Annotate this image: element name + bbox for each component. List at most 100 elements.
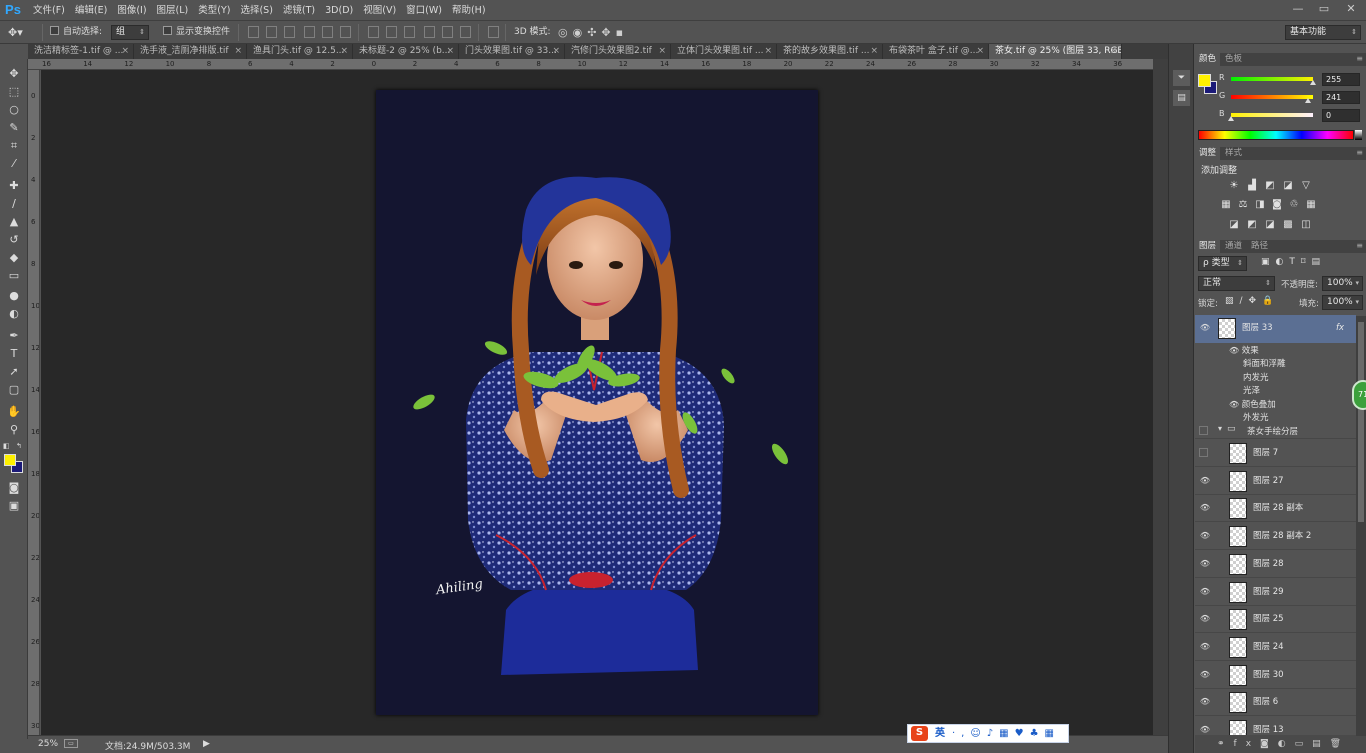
align-vcenter-icon[interactable]: [266, 26, 277, 38]
tab-close-icon[interactable]: ×: [764, 44, 772, 59]
workspace-dropdown[interactable]: 基本功能 ⇕: [1285, 25, 1361, 40]
green-value-field[interactable]: 241: [1322, 91, 1360, 104]
layer-row[interactable]: 图层 7: [1195, 440, 1356, 467]
layers-footer-icons[interactable]: ⚭fx◙◐▭▤🗑: [1195, 735, 1366, 753]
visibility-eye-icon[interactable]: 👁: [1199, 476, 1211, 486]
align-bottom-icon[interactable]: [284, 26, 295, 38]
foreground-color-chip[interactable]: [1198, 74, 1211, 87]
zoom-level[interactable]: 25%: [38, 739, 58, 749]
auto-select-dropdown[interactable]: 组 ⇕: [111, 25, 149, 40]
foreground-color-swatch[interactable]: [4, 454, 16, 466]
canvas-area[interactable]: Ahiling: [41, 70, 1153, 735]
document-tab[interactable]: 布袋茶叶 盒子.tif @... ×: [883, 44, 989, 59]
posterize-icon[interactable]: ◩: [1246, 219, 1258, 230]
distribute-left-icon[interactable]: [424, 26, 435, 38]
tab-swatches[interactable]: 色板: [1221, 53, 1246, 66]
dodge-tool-icon[interactable]: ◐: [4, 305, 24, 322]
distribute-top-icon[interactable]: [368, 26, 379, 38]
tab-color[interactable]: 颜色: [1195, 53, 1221, 66]
tab-close-icon[interactable]: ×: [658, 44, 666, 59]
document-tab[interactable]: 未标题-2 @ 25% (b... ×: [353, 44, 459, 59]
shape-tool-icon[interactable]: ▢: [4, 381, 24, 398]
curves-icon[interactable]: ◩: [1264, 180, 1276, 191]
quick-select-tool-icon[interactable]: ✎: [4, 119, 24, 136]
screen-mode-icon[interactable]: ▣: [4, 497, 24, 514]
swap-colors-icon[interactable]: ↰: [16, 442, 24, 450]
color-spectrum-bar[interactable]: [1198, 130, 1354, 140]
document-tab[interactable]: 茶的故乡效果图.tif ... ×: [777, 44, 883, 59]
brightness-icon[interactable]: ☀: [1228, 180, 1240, 191]
align-right-icon[interactable]: [340, 26, 351, 38]
menu-item[interactable]: 文件(F): [28, 0, 70, 21]
layer-row[interactable]: 👁 图层 24: [1195, 634, 1356, 661]
tab-close-icon[interactable]: ×: [552, 44, 560, 59]
visibility-box[interactable]: [1199, 448, 1208, 457]
tab-close-icon[interactable]: ×: [234, 44, 242, 59]
visibility-eye-icon[interactable]: 👁: [1199, 559, 1211, 569]
floating-badge[interactable]: 71: [1352, 380, 1366, 410]
photo-filter-icon[interactable]: ◙: [1271, 199, 1283, 210]
visibility-eye-icon[interactable]: 👁: [1199, 503, 1211, 513]
tab-close-icon[interactable]: ×: [870, 44, 878, 59]
visibility-eye-icon[interactable]: 👁: [1199, 614, 1211, 624]
eyedropper-tool-icon[interactable]: ⁄: [4, 155, 24, 172]
tab-adjustments[interactable]: 调整: [1195, 147, 1221, 160]
canvas-vertical-scrollbar[interactable]: [1153, 59, 1168, 739]
blue-value-field[interactable]: 0: [1322, 109, 1360, 122]
tab-styles[interactable]: 样式: [1221, 147, 1246, 160]
zoom-tool-icon[interactable]: ⚲: [4, 421, 24, 438]
gradient-map-icon[interactable]: ▩: [1282, 219, 1294, 230]
ime-toolbar[interactable]: S 英 ·,☺♪▦♥♣▦: [907, 724, 1069, 743]
history-icon[interactable]: ⏷: [1173, 70, 1190, 86]
eraser-tool-icon[interactable]: ◆: [4, 249, 24, 266]
red-channel-slider[interactable]: R 255: [1219, 73, 1364, 87]
document-tab[interactable]: 立体门头效果图.tif ... ×: [671, 44, 777, 59]
layer-row[interactable]: 👁 图层 6: [1195, 689, 1356, 717]
color-lookup-icon[interactable]: ▦: [1305, 199, 1317, 210]
layer-row[interactable]: 👁 图层 30: [1195, 662, 1356, 689]
visibility-eye-icon[interactable]: 👁: [1199, 531, 1211, 541]
restore-icon[interactable]: ▭: [1313, 0, 1335, 18]
healing-brush-tool-icon[interactable]: ✚: [4, 177, 24, 194]
align-left-icon[interactable]: [304, 26, 315, 38]
black-white-icon[interactable]: ◨: [1254, 199, 1266, 210]
visibility-eye-icon[interactable]: 👁: [1199, 670, 1211, 680]
tab-close-icon[interactable]: ×: [1109, 44, 1117, 59]
channel-mixer-icon[interactable]: ♲: [1288, 199, 1300, 210]
properties-icon[interactable]: ▤: [1173, 90, 1190, 106]
hand-tool-icon[interactable]: ✋: [4, 403, 24, 420]
clone-stamp-tool-icon[interactable]: ▲: [4, 213, 24, 230]
document-tab[interactable]: 门头效果图.tif @ 33... ×: [459, 44, 565, 59]
document-canvas[interactable]: Ahiling: [376, 90, 818, 715]
document-tab[interactable]: 汽修门头效果图2.tif ×: [565, 44, 671, 59]
menu-item[interactable]: 图像(I): [112, 0, 151, 21]
threshold-icon[interactable]: ◪: [1264, 219, 1276, 230]
distribute-bottom-icon[interactable]: [404, 26, 415, 38]
path-select-tool-icon[interactable]: ➚: [4, 363, 24, 380]
menu-item[interactable]: 图层(L): [152, 0, 194, 21]
panel-menu-icon[interactable]: ≡: [1356, 147, 1363, 159]
auto-select-checkbox[interactable]: 自动选择:: [50, 25, 102, 40]
layer-row[interactable]: 👁 图层 28 副本: [1195, 495, 1356, 523]
distribute-vcenter-icon[interactable]: [386, 26, 397, 38]
visibility-eye-icon[interactable]: 👁: [1199, 642, 1211, 652]
selective-color-icon[interactable]: ◫: [1300, 219, 1312, 230]
show-transform-checkbox[interactable]: 显示变换控件: [163, 25, 230, 40]
ime-language[interactable]: 英: [935, 727, 945, 741]
ime-tool-icons[interactable]: ·,☺♪▦♥♣▦: [952, 727, 1060, 741]
default-colors-icon[interactable]: ◧: [3, 442, 11, 450]
document-tab[interactable]: 渔具门头.tif @ 12.5... ×: [247, 44, 353, 59]
levels-icon[interactable]: ▟: [1246, 180, 1258, 191]
tab-close-icon[interactable]: ×: [340, 44, 348, 59]
status-menu-arrow[interactable]: ▶: [203, 739, 210, 749]
menu-item[interactable]: 3D(D): [320, 0, 358, 21]
lasso-tool-icon[interactable]: ○: [4, 101, 24, 118]
auto-align-icon[interactable]: [488, 26, 499, 38]
vibrance-icon[interactable]: ▽: [1300, 180, 1312, 191]
visibility-eye-icon[interactable]: 👁: [1199, 587, 1211, 597]
panel-menu-icon[interactable]: ≡: [1356, 240, 1363, 252]
invert-icon[interactable]: ◪: [1228, 219, 1240, 230]
panel-menu-icon[interactable]: ≡: [1356, 53, 1363, 65]
menu-item[interactable]: 滤镜(T): [278, 0, 320, 21]
exposure-icon[interactable]: ◪: [1282, 180, 1294, 191]
